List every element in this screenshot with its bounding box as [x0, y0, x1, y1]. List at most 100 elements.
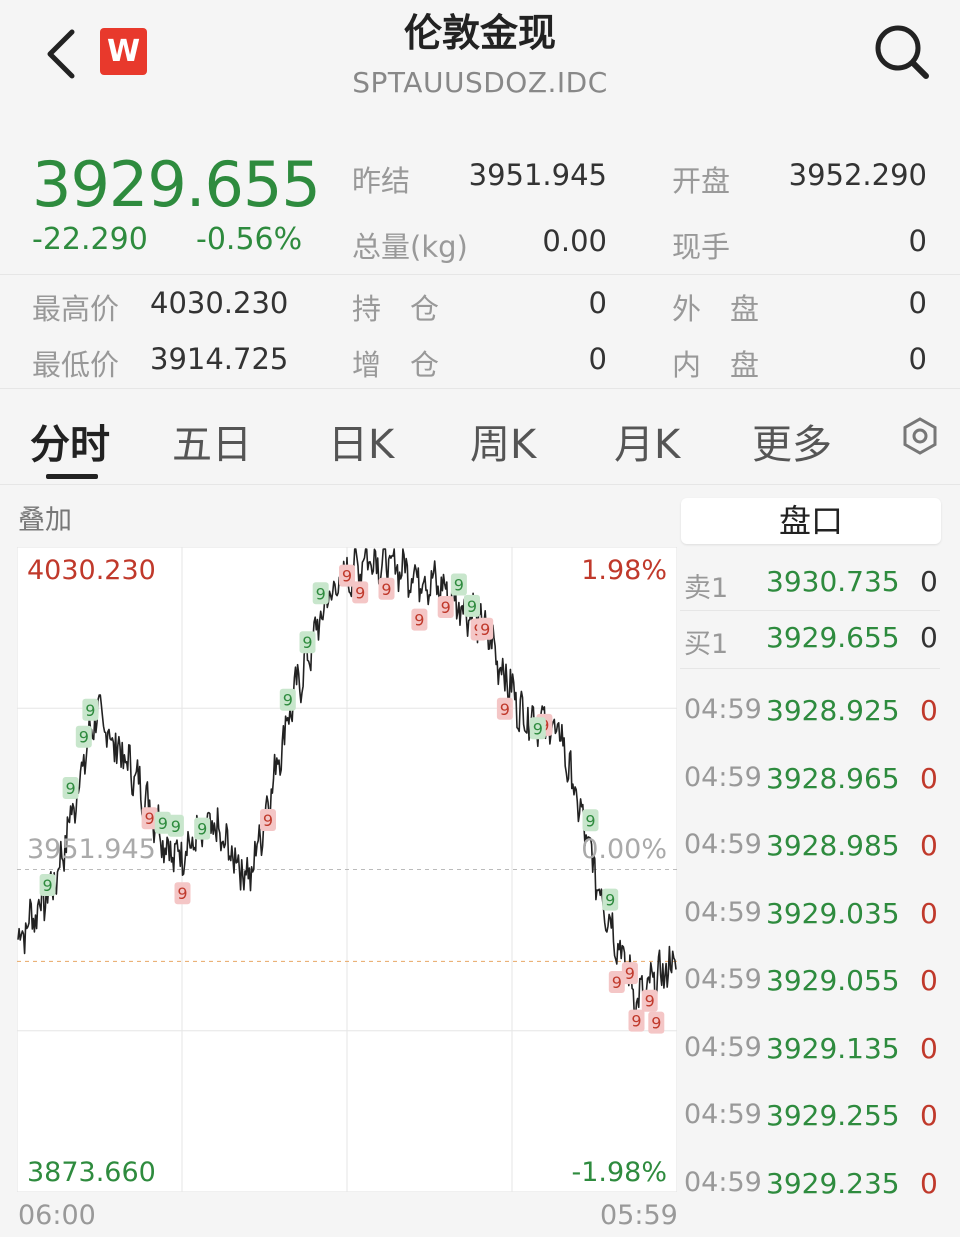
buy-signal-marker: 9 [602, 888, 619, 911]
buy-signal-marker: 9 [450, 573, 467, 596]
value-low: 3914.725 [150, 342, 289, 376]
svg-text:9: 9 [631, 1012, 641, 1031]
buy-signal-marker: 9 [75, 725, 92, 748]
svg-text:9: 9 [625, 964, 635, 983]
svg-text:9: 9 [342, 567, 352, 586]
svg-text:9: 9 [43, 876, 53, 895]
trade-price: 3929.055 [766, 964, 900, 997]
label-open: 开盘 [672, 164, 731, 198]
trade-price: 3928.985 [766, 829, 900, 862]
divider [680, 610, 940, 611]
value-outer: 0 [908, 286, 927, 320]
trade-time: 04:59 [684, 1166, 762, 1198]
value-high: 4030.230 [150, 286, 289, 320]
search-icon[interactable] [870, 22, 934, 82]
back-arrow-icon[interactable] [40, 26, 90, 82]
svg-text:9: 9 [500, 700, 510, 719]
buy-signal-marker: 9 [312, 582, 329, 605]
svg-text:9: 9 [283, 691, 293, 710]
svg-text:9: 9 [171, 817, 181, 836]
tab-intraday[interactable]: 分时 [30, 412, 110, 470]
label-inner: 内 盘 [672, 348, 760, 382]
svg-text:9: 9 [454, 576, 464, 595]
trade-volume: 0 [920, 829, 938, 862]
y-min-label: 3873.660 [27, 1157, 156, 1188]
label-oi-change: 增 仓 [352, 348, 440, 382]
sell-signal-marker: 9 [411, 608, 428, 631]
svg-text:9: 9 [651, 1014, 661, 1033]
sell-signal-marker: 9 [260, 809, 276, 831]
value-oi-change: 0 [588, 342, 607, 376]
bid1-volume: 0 [920, 621, 938, 654]
buy-signal-marker: 9 [194, 817, 211, 840]
tab-monthly-k[interactable]: 月K [614, 412, 680, 470]
symbol-code: SPTAUUSDOZ.IDC [352, 66, 608, 99]
ask1-volume: 0 [920, 565, 938, 598]
svg-text:9: 9 [480, 620, 490, 639]
label-open-interest: 持 仓 [352, 292, 440, 326]
divider [680, 668, 940, 669]
trade-time: 04:59 [684, 896, 762, 928]
buy-signal-marker: 9 [582, 809, 599, 832]
sell-signal-marker: 9 [621, 962, 638, 985]
trade-volume: 0 [920, 1099, 938, 1132]
svg-text:9: 9 [85, 701, 95, 720]
sell-signal-marker: 9 [437, 596, 454, 618]
price-change-pct: -0.56% [196, 222, 303, 257]
trade-price: 3928.925 [766, 694, 900, 727]
trade-volume: 0 [920, 896, 938, 930]
trade-time: 04:59 [684, 761, 762, 793]
label-prev-settle: 昨结 [352, 164, 411, 198]
svg-text:9: 9 [145, 809, 155, 828]
ask1-label: 卖1 [684, 573, 729, 604]
buy-signal-marker: 9 [62, 777, 79, 799]
trade-volume: 0 [920, 1166, 938, 1200]
label-current-hand: 现手 [672, 230, 731, 264]
active-tab-indicator [46, 474, 98, 479]
tab-five-day[interactable]: 五日 [172, 412, 252, 470]
time-axis-end: 05:59 [600, 1200, 678, 1231]
sell-signal-marker: 9 [628, 1009, 645, 1032]
svg-text:9: 9 [66, 779, 76, 798]
overlay-button[interactable]: 叠加 [18, 498, 72, 537]
label-volume: 总量(kg) [352, 230, 468, 264]
svg-text:9: 9 [585, 811, 595, 830]
svg-text:9: 9 [197, 820, 207, 839]
trade-time: 04:59 [684, 829, 762, 860]
label-outer: 外 盘 [672, 292, 760, 326]
value-open-interest: 0 [588, 286, 607, 320]
ask1-price: 3930.735 [766, 565, 900, 598]
buy-signal-marker: 9 [82, 698, 99, 721]
pct-max-label: 1.98% [581, 555, 667, 586]
svg-text:9: 9 [533, 719, 543, 738]
pct-mid-label: 0.00% [581, 834, 667, 865]
tab-more[interactable]: 更多 [752, 412, 832, 470]
page-title: 伦敦金现 [403, 11, 556, 55]
trade-volume: 0 [920, 964, 938, 997]
trade-time: 04:59 [684, 964, 762, 995]
sell-signal-marker: 9 [352, 581, 369, 604]
bid1-label: 买1 [684, 629, 729, 660]
buy-signal-marker: 9 [39, 874, 56, 896]
trade-price: 3929.035 [766, 896, 900, 930]
price-change: -22.290 [32, 222, 148, 257]
svg-text:9: 9 [177, 884, 187, 903]
svg-text:9: 9 [158, 814, 168, 833]
label-high: 最高价 [32, 292, 120, 326]
order-book-tab[interactable]: 盘口 [681, 498, 941, 544]
buy-signal-marker: 9 [464, 594, 480, 617]
trade-price: 3929.135 [766, 1031, 900, 1065]
intraday-chart[interactable]: 99999999999999999999999999999999 4030.23… [17, 547, 677, 1192]
settings-icon[interactable] [900, 416, 940, 456]
buy-signal-marker: 9 [299, 631, 316, 654]
svg-text:9: 9 [316, 584, 326, 603]
tab-weekly-k[interactable]: 周K [470, 412, 536, 470]
last-price: 3929.655 [32, 148, 321, 221]
tab-daily-k[interactable]: 日K [328, 412, 394, 470]
y-max-label: 4030.230 [27, 555, 156, 586]
trade-price: 3929.235 [766, 1166, 900, 1200]
buy-signal-marker: 9 [279, 688, 296, 711]
divider [0, 274, 960, 275]
trade-time: 04:59 [684, 1099, 762, 1130]
svg-text:9: 9 [355, 583, 365, 602]
